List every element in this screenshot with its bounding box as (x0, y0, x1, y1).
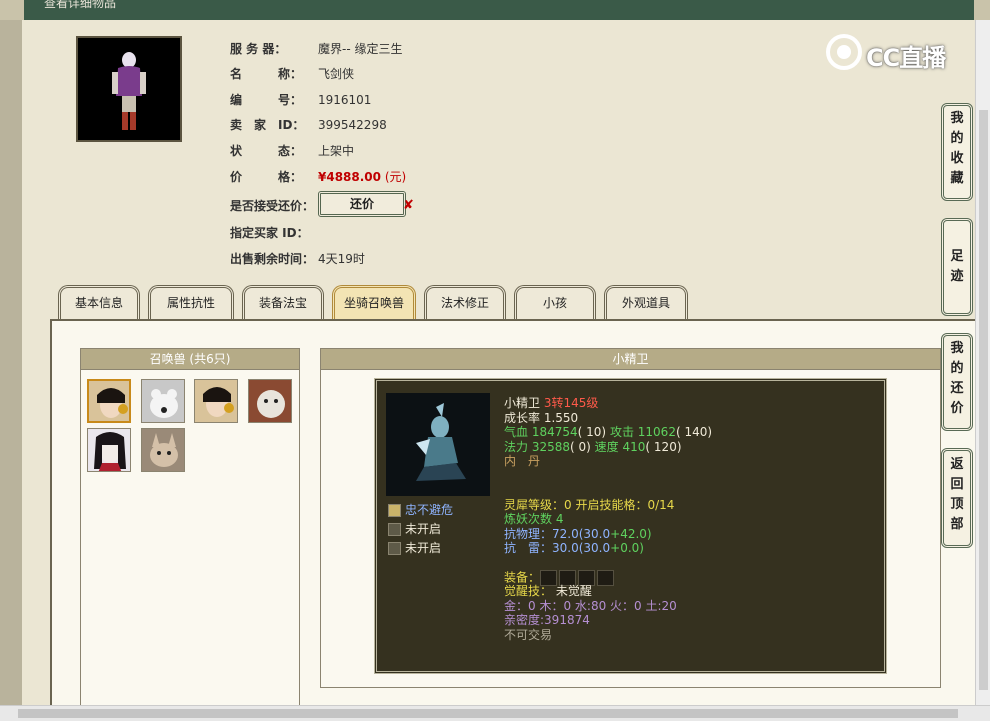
price-row: 价 格： ¥4888.00 (元) (230, 170, 407, 184)
thunder-res-row: 抗 雷：30.0(30.0+0.0) (504, 541, 644, 555)
my-counter-offers-button[interactable]: 我的还价 (941, 333, 973, 431)
hp-atk-row: 气血 184754( 10) 攻击 11062( 140) (504, 425, 713, 439)
atk-value: 11062 (637, 425, 676, 439)
pet-portrait-icon (142, 429, 184, 471)
pet-thumbnail-5[interactable] (87, 428, 131, 472)
skill-1[interactable]: 忠不避危 (388, 502, 453, 518)
pet-portrait-icon (195, 380, 237, 422)
equip-row: 装备： (504, 569, 712, 586)
logo-text: CC直播 (866, 44, 946, 72)
counter-offer-button[interactable]: 还价 (318, 191, 406, 217)
phys-res-row: 抗物理：72.0(30.0+42.0) (504, 526, 652, 541)
tab-appearance[interactable]: 外观道具 (604, 285, 688, 319)
locked-skill-icon (388, 523, 401, 536)
character-figure-icon (112, 52, 146, 130)
pet-figure-icon (416, 403, 466, 481)
hp-value: 184754 (531, 425, 578, 439)
tab-children[interactable]: 小孩 (514, 285, 596, 319)
pet-stats: 小精卫 3转145级 成长率 1.550 气血 184754( 10) 攻击 1… (504, 396, 712, 642)
intimacy: 亲密度:391874 (504, 613, 590, 627)
mp-spd-row: 法力 32588( 0) 速度 410( 120) (504, 439, 682, 454)
awaken-value: 未觉醒 (555, 584, 592, 598)
left-frame (0, 20, 24, 710)
pet-thumbnail-4[interactable] (248, 379, 292, 423)
scroll-thumb[interactable] (18, 709, 958, 718)
soul-level: 灵犀等级：0 开启技能格：0/14 (504, 497, 675, 512)
pet-name: 小精卫 (504, 396, 541, 410)
my-favorites-button[interactable]: 我的收藏 (941, 103, 973, 201)
status-row: 状 态： 上架中 (230, 144, 355, 158)
logo-icon (826, 34, 862, 70)
pet-portrait-icon (142, 380, 184, 422)
skill-3[interactable]: 未开启 (388, 540, 441, 556)
pet-portrait-icon (249, 380, 291, 422)
tab-mounts-pets[interactable]: 坐骑召唤兽 (332, 285, 416, 319)
vertical-scrollbar[interactable] (975, 20, 990, 710)
pet-detail-title: 小精卫 (321, 349, 940, 370)
refine-count: 炼妖次数 4 (504, 512, 564, 526)
name-value: 飞剑侠 (318, 67, 355, 81)
pet-thumbnail-2[interactable] (141, 379, 185, 423)
elements: 金：0 木：0 水:80 火：0 土:20 (504, 598, 677, 613)
mp-value: 32588 (531, 439, 571, 454)
equip-label: 装备： (504, 570, 541, 584)
title-strip: 查看详细物品 (24, 0, 974, 22)
name-row: 名 称： 飞剑侠 (230, 67, 355, 81)
server-row: 服 务 器： 魔界-- 缘定三生 (230, 42, 403, 56)
time-row: 出售剩余时间： 4天19时 (230, 252, 365, 266)
seller-id-value: 399542298 (318, 118, 387, 132)
number-row: 编 号： 1916101 (230, 93, 372, 107)
time-left-value: 4天19时 (318, 252, 365, 266)
server-value: 魔界-- 缘定三生 (318, 42, 403, 56)
close-icon[interactable]: ✘ (403, 198, 414, 213)
seller-row: 卖 家 ID： 399542298 (230, 118, 387, 132)
pet-thumbnail-1[interactable] (87, 379, 131, 423)
page-title: 查看详细物品 (44, 0, 117, 10)
skill-2[interactable]: 未开启 (388, 521, 441, 537)
tab-equipment[interactable]: 装备法宝 (242, 285, 324, 319)
horizontal-scrollbar[interactable] (0, 705, 990, 721)
trade-status: 不可交易 (504, 627, 553, 642)
status-value: 上架中 (318, 144, 355, 158)
back-to-top-button[interactable]: 返回顶部 (941, 448, 973, 548)
tab-basic-info[interactable]: 基本信息 (58, 285, 140, 319)
footprints-button[interactable]: 足迹 (941, 218, 973, 316)
tab-attributes[interactable]: 属性抗性 (148, 285, 234, 319)
price-value: ¥4888.00 (318, 170, 382, 184)
pet-image (386, 393, 490, 496)
buyer-row: 指定买家 ID： (230, 226, 309, 240)
pet-growth: 成长率 1.550 (504, 410, 579, 425)
number-value: 1916101 (318, 93, 372, 107)
locked-skill-icon (388, 542, 401, 555)
loyalty-skill-icon (388, 504, 401, 517)
neidan-label: 内 丹 (504, 454, 541, 468)
spd-value: 410 (622, 439, 646, 454)
awaken-row: 觉醒技： 未觉醒 (504, 584, 592, 598)
pet-thumbnail-6[interactable] (141, 428, 185, 472)
counter-row: 是否接受还价： (230, 199, 315, 213)
pet-name-row: 小精卫 3转145级 (504, 396, 712, 411)
pet-list-title: 召唤兽 (共6只) (81, 349, 299, 370)
pet-portrait-icon (88, 429, 130, 471)
tab-spell-correction[interactable]: 法术修正 (424, 285, 506, 319)
scroll-thumb[interactable] (979, 110, 988, 690)
character-portrait (76, 36, 182, 142)
equip-slot[interactable] (597, 569, 615, 586)
pet-portrait-icon (89, 381, 129, 421)
pet-thumbnail-3[interactable] (194, 379, 238, 423)
pet-level: 3转145级 (543, 396, 599, 410)
price-unit: (元) (384, 170, 407, 184)
